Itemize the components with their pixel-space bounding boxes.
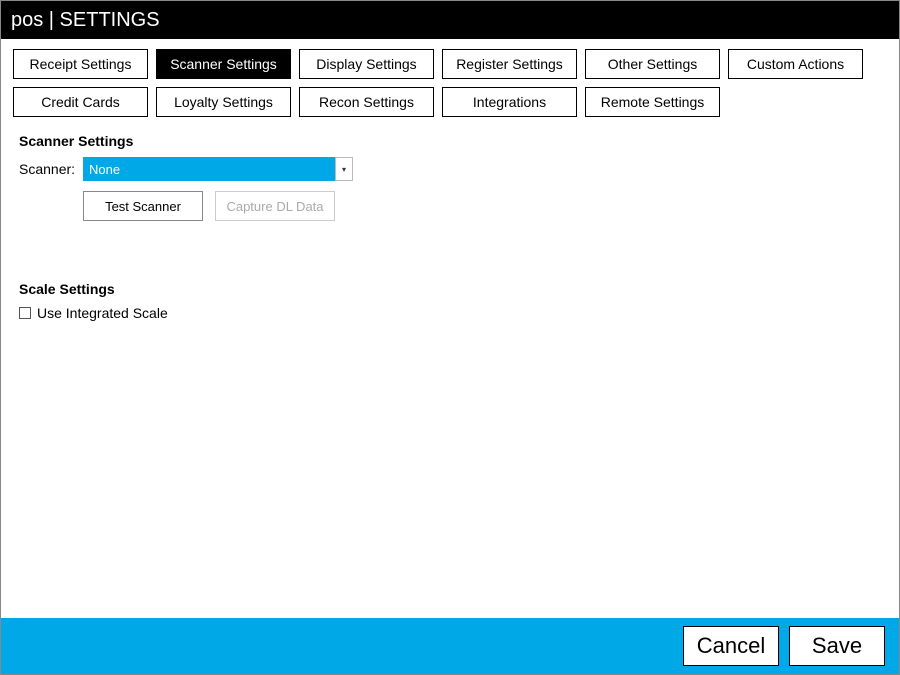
scanner-section-title: Scanner Settings (19, 133, 881, 149)
scanner-dropdown[interactable]: None ▾ (83, 157, 353, 181)
content-area: Scanner Settings Scanner: None ▾ Test Sc… (1, 125, 899, 618)
scanner-label: Scanner: (19, 161, 77, 177)
chevron-down-icon[interactable]: ▾ (335, 157, 353, 181)
scanner-dropdown-value: None (83, 157, 335, 181)
footer-bar: Cancel Save (1, 618, 899, 674)
tab-display-settings[interactable]: Display Settings (299, 49, 434, 79)
tab-custom-actions[interactable]: Custom Actions (728, 49, 863, 79)
integrated-scale-row: Use Integrated Scale (19, 305, 881, 321)
scanner-button-row: Test Scanner Capture DL Data (83, 191, 881, 221)
scanner-row: Scanner: None ▾ (19, 157, 881, 181)
tab-integrations[interactable]: Integrations (442, 87, 577, 117)
tabs-container: Receipt Settings Scanner Settings Displa… (1, 39, 899, 125)
integrated-scale-checkbox[interactable] (19, 307, 31, 319)
cancel-button[interactable]: Cancel (683, 626, 779, 666)
tab-credit-cards[interactable]: Credit Cards (13, 87, 148, 117)
tab-recon-settings[interactable]: Recon Settings (299, 87, 434, 117)
integrated-scale-label: Use Integrated Scale (37, 305, 168, 321)
tab-remote-settings[interactable]: Remote Settings (585, 87, 720, 117)
window-title: pos | SETTINGS (11, 9, 160, 32)
tab-receipt-settings[interactable]: Receipt Settings (13, 49, 148, 79)
test-scanner-button[interactable]: Test Scanner (83, 191, 203, 221)
save-button[interactable]: Save (789, 626, 885, 666)
tab-scanner-settings[interactable]: Scanner Settings (156, 49, 291, 79)
tab-loyalty-settings[interactable]: Loyalty Settings (156, 87, 291, 117)
scale-section-title: Scale Settings (19, 281, 881, 297)
tab-register-settings[interactable]: Register Settings (442, 49, 577, 79)
titlebar: pos | SETTINGS (1, 1, 899, 39)
capture-dl-data-button: Capture DL Data (215, 191, 335, 221)
tab-other-settings[interactable]: Other Settings (585, 49, 720, 79)
